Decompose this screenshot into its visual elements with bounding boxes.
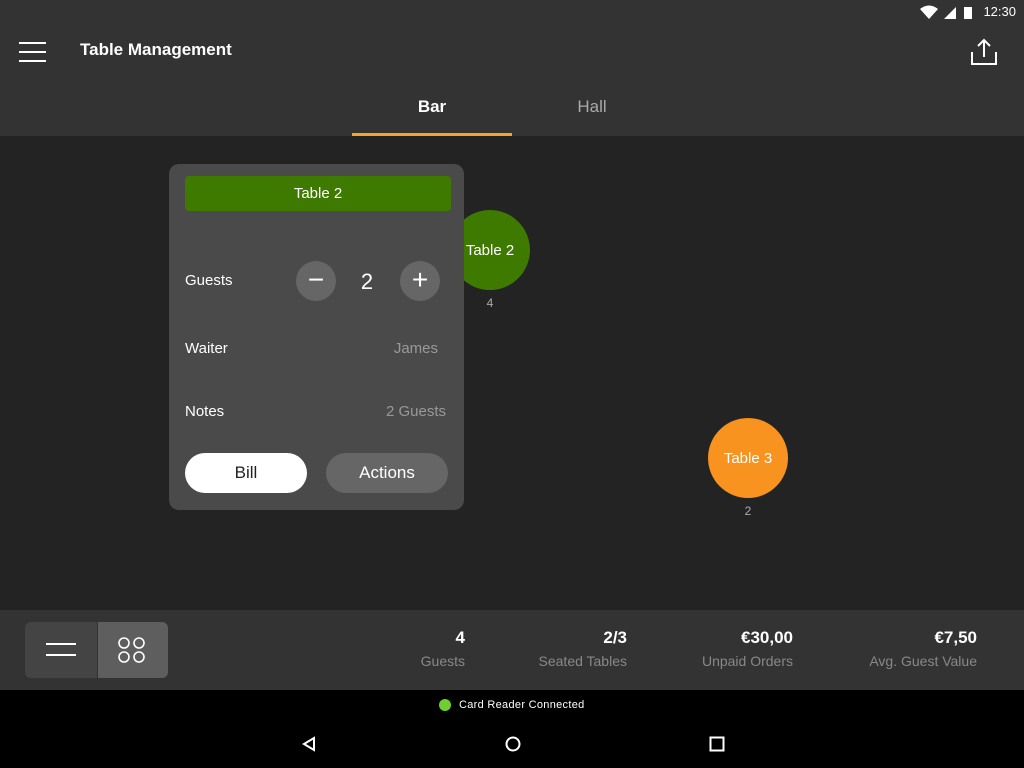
notes-value[interactable]: 2 Guests <box>386 403 446 420</box>
waiter-value[interactable]: James <box>394 340 438 357</box>
stat-label: Unpaid Orders <box>701 653 793 669</box>
table-3[interactable]: Table 3 <box>708 418 788 498</box>
stat-unpaid-orders: €30,00 Unpaid Orders <box>702 628 793 669</box>
stat-seated-tables: 2/3 Seated Tables <box>539 628 627 669</box>
system-nav-bar: Card Reader Connected <box>0 690 1024 768</box>
tab-bar[interactable]: Bar <box>352 84 512 136</box>
actions-button[interactable]: Actions <box>326 453 448 493</box>
grid-view-button[interactable] <box>98 622 168 678</box>
bill-button[interactable]: Bill <box>185 453 307 493</box>
decrease-guests-button[interactable]: − <box>296 261 336 301</box>
table-2-seats: 4 <box>486 296 494 310</box>
floor-map: Table 2 4 Table 3 2 <box>0 136 1024 610</box>
wifi-signal-battery-icon <box>920 5 972 19</box>
bottom-bar: 4 Guests 2/3 Seated Tables €30,00 Unpaid Or… <box>0 610 1024 690</box>
table-2-label: Table 2 <box>465 241 515 259</box>
table-popup: Table 2 Guests − 2 + Waiter James Notes … <box>169 164 464 510</box>
stat-label: Avg. Guest Value <box>869 653 977 669</box>
grid-icon <box>118 637 145 663</box>
stat-label: Guests <box>420 653 465 669</box>
popup-title: Table 2 <box>185 176 451 211</box>
home-icon[interactable] <box>505 736 521 752</box>
increase-guests-button[interactable]: + <box>400 261 440 301</box>
table-3-label: Table 3 <box>723 449 773 467</box>
waiter-label: Waiter <box>185 340 228 357</box>
clock: 12:30 <box>983 4 1016 19</box>
stat-value: 4 <box>455 628 465 647</box>
hamburger-icon[interactable] <box>19 42 46 62</box>
table-3-seats: 2 <box>744 504 752 518</box>
list-view-button[interactable] <box>25 622 97 678</box>
stat-guests: 4 Guests <box>421 628 465 669</box>
notes-label: Notes <box>185 403 225 420</box>
recents-icon[interactable] <box>709 736 725 752</box>
back-icon[interactable] <box>301 736 317 752</box>
card-reader-status: Card Reader Connected <box>459 699 585 711</box>
guests-value: 2 <box>360 269 374 294</box>
stat-value: 2/3 <box>603 628 627 647</box>
guests-label: Guests <box>185 272 233 289</box>
stat-avg-guest-value: €7,50 Avg. Guest Value <box>869 628 977 669</box>
status-bar: 12:30 <box>0 0 1024 24</box>
stat-label: Seated Tables <box>538 653 627 669</box>
stat-value: €7,50 <box>934 628 977 647</box>
app-bar: Table Management Bar Hall <box>0 24 1024 136</box>
stat-value: €30,00 <box>741 628 793 647</box>
page-title: Table Management <box>80 40 232 59</box>
list-icon <box>46 643 76 656</box>
upload-icon[interactable] <box>970 38 998 66</box>
tab-hall[interactable]: Hall <box>512 84 672 136</box>
status-dot-icon <box>439 699 451 711</box>
